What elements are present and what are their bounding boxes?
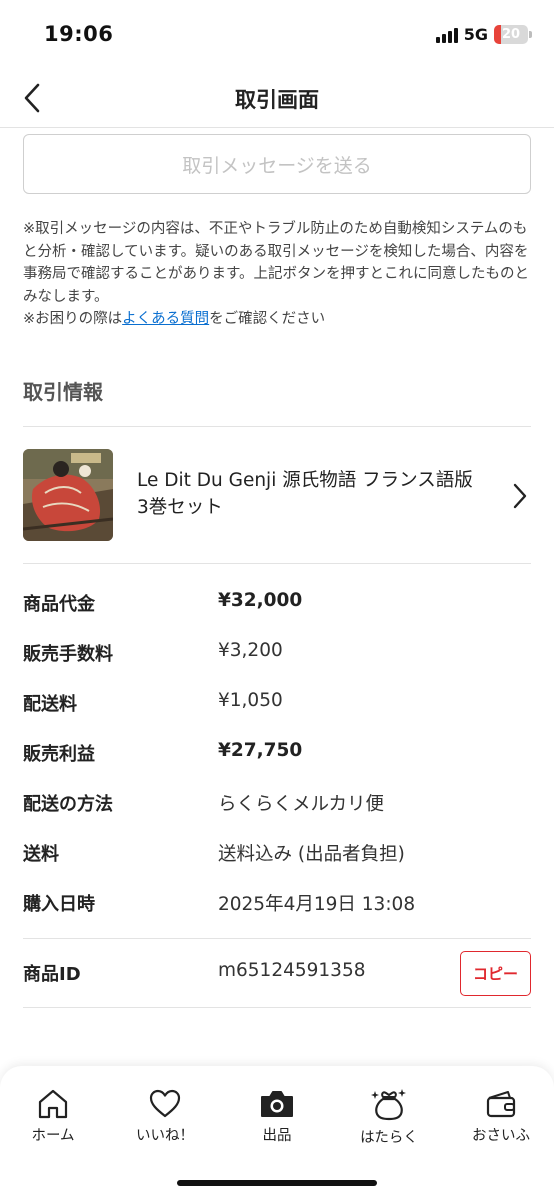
chevron-right-icon — [513, 483, 527, 509]
copy-button[interactable]: コピー — [460, 951, 531, 996]
divider — [23, 563, 531, 564]
detail-row-purchase-date: 購入日時 2025年4月19日 13:08 — [23, 888, 533, 918]
tab-wallet[interactable]: おさいふ — [456, 1088, 546, 1145]
tab-label: はたらく — [360, 1130, 418, 1146]
notice-text: ※取引メッセージの内容は、不正やトラブル防止のため自動検知システムのもと分析・確… — [23, 218, 535, 331]
detail-label: 送料 — [23, 844, 59, 865]
status-indicators: 5G 20 — [435, 25, 532, 44]
detail-value: ¥3,200 — [218, 640, 283, 661]
notice-help-prefix: ※お困りの際は — [23, 311, 123, 328]
detail-label: 購入日時 — [23, 894, 95, 915]
network-type: 5G — [463, 25, 488, 44]
detail-row-product-id: 商品ID m65124591358 — [23, 958, 533, 988]
tab-label: おさいふ — [472, 1128, 530, 1144]
notice-paragraph: ※取引メッセージの内容は、不正やトラブル防止のため自動検知システムのもと分析・確… — [23, 221, 530, 305]
home-indicator — [177, 1180, 377, 1186]
detail-row-shipping-method: 配送の方法 らくらくメルカリ便 — [23, 788, 533, 818]
heart-icon — [149, 1089, 181, 1118]
detail-value: ¥32,000 — [218, 590, 303, 611]
home-icon — [38, 1089, 68, 1119]
detail-row-price: 商品代金 ¥32,000 — [23, 588, 533, 618]
send-message-button[interactable]: 取引メッセージを送る — [23, 134, 531, 194]
battery-level: 20 — [501, 27, 521, 42]
detail-row-postage: 送料 送料込み (出品者負担) — [23, 838, 533, 868]
status-time: 19:06 — [44, 22, 114, 46]
divider — [23, 938, 531, 939]
detail-label: 商品代金 — [23, 594, 95, 615]
money-bag-icon — [371, 1089, 406, 1121]
battery-fill — [494, 25, 501, 44]
nav-bar: 取引画面 — [0, 70, 554, 128]
tab-work[interactable]: はたらく — [344, 1088, 434, 1147]
section-title: 取引情報 — [23, 380, 103, 404]
battery-icon: 20 — [494, 25, 532, 44]
detail-label: 配送料 — [23, 694, 77, 715]
tab-likes[interactable]: いいね！ — [120, 1088, 210, 1145]
tab-home[interactable]: ホーム — [8, 1088, 98, 1145]
signal-icon — [435, 27, 458, 43]
camera-icon — [261, 1091, 293, 1117]
product-row[interactable]: Le Dit Du Genji 源氏物語 フランス語版 3巻セット — [0, 430, 554, 562]
tab-label: ホーム — [31, 1128, 75, 1144]
divider — [23, 1007, 531, 1008]
wallet-icon — [486, 1091, 516, 1118]
detail-row-shipping-fee: 配送料 ¥1,050 — [23, 688, 533, 718]
detail-row-fee: 販売手数料 ¥3,200 — [23, 638, 533, 668]
product-name: Le Dit Du Genji 源氏物語 フランス語版 3巻セット — [137, 470, 473, 518]
notice-help-suffix: をご確認ください — [209, 311, 326, 328]
product-thumbnail — [23, 449, 113, 541]
detail-value: ¥27,750 — [218, 740, 303, 761]
tab-label: いいね！ — [136, 1128, 194, 1144]
detail-row-profit: 販売利益 ¥27,750 — [23, 738, 533, 768]
status-bar: 19:06 5G 20 — [0, 0, 554, 70]
tab-label: 出品 — [262, 1128, 292, 1144]
detail-value: ¥1,050 — [218, 690, 283, 711]
detail-value: 2025年4月19日 13:08 — [218, 894, 416, 915]
product-id-value: m65124591358 — [218, 960, 366, 981]
detail-label: 販売手数料 — [23, 644, 113, 665]
detail-value: 送料込み (出品者負担) — [218, 844, 405, 865]
detail-label: 配送の方法 — [23, 794, 113, 815]
page-title: 取引画面 — [235, 88, 319, 112]
divider — [23, 426, 531, 427]
tab-sell[interactable]: 出品 — [232, 1088, 322, 1145]
detail-label: 販売利益 — [23, 744, 95, 765]
product-id-label: 商品ID — [23, 964, 81, 985]
detail-value: らくらくメルカリ便 — [218, 794, 384, 815]
faq-link[interactable]: よくある質問 — [122, 311, 209, 327]
